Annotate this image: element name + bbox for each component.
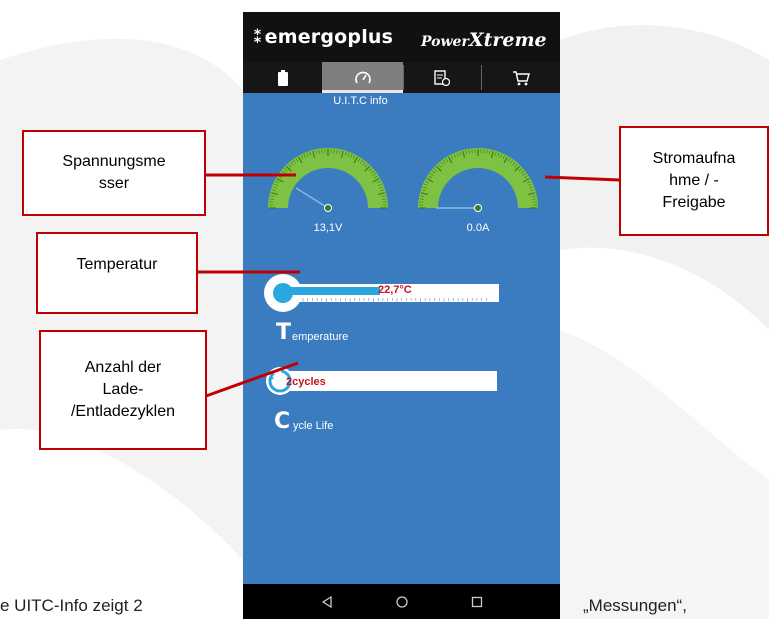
brand-name: emergoplus bbox=[264, 26, 394, 48]
callout-cycles-line: /Entladezyklen bbox=[70, 403, 176, 420]
brand-mark-icon: ⁑ bbox=[253, 27, 263, 48]
battery-icon bbox=[277, 69, 288, 86]
callout-voltage: Spannungsme sser bbox=[22, 130, 206, 216]
callout-current-line: hme / - bbox=[669, 172, 719, 189]
callout-cycles: Anzahl der Lade- /Entladezyklen bbox=[39, 330, 207, 450]
voltage-gauge-needle bbox=[295, 187, 329, 209]
gauge-icon bbox=[354, 71, 371, 83]
callout-voltage-line: sser bbox=[98, 175, 130, 192]
android-navigation-bar bbox=[243, 584, 560, 619]
tab-cart[interactable] bbox=[481, 62, 560, 93]
voltage-value: 13,1V bbox=[313, 222, 343, 234]
recents-icon bbox=[471, 596, 483, 608]
cycle-life-label-initial: C bbox=[274, 409, 291, 434]
callout-current: Stromaufna hme / - Freigabe bbox=[619, 126, 769, 236]
temperature-value: 22,7°C bbox=[378, 284, 412, 296]
callout-current-line: Freigabe bbox=[662, 194, 726, 211]
temperature-label-initial: T bbox=[276, 320, 292, 345]
secondary-brand-logo: PowerXtreme bbox=[421, 29, 547, 51]
nav-back-button[interactable] bbox=[315, 592, 339, 612]
nav-home-button[interactable] bbox=[390, 592, 414, 612]
temperature-label: emperature bbox=[292, 331, 349, 343]
tab-info[interactable] bbox=[403, 62, 481, 93]
current-value: 0.0A bbox=[466, 222, 490, 234]
tab-battery[interactable] bbox=[243, 62, 322, 93]
callout-temperature-line: Temperatur bbox=[76, 256, 158, 273]
voltage-gauge bbox=[268, 148, 388, 212]
home-icon bbox=[396, 596, 408, 608]
document-text-right: „Messungen“, bbox=[583, 596, 687, 615]
cycle-life-label: ycle Life bbox=[293, 420, 334, 432]
active-tab-indicator bbox=[322, 90, 403, 93]
brand-logo: ⁑ emergoplus bbox=[253, 26, 393, 48]
tab-gauge[interactable] bbox=[322, 62, 403, 93]
callout-voltage-line: Spannungsme bbox=[62, 153, 166, 170]
cycles-value: 2cycles bbox=[286, 376, 326, 388]
app-header: ⁑ emergoplus PowerXtreme bbox=[243, 12, 560, 62]
callout-cycles-line: Lade- bbox=[102, 381, 144, 398]
cart-icon bbox=[512, 70, 530, 85]
back-icon bbox=[321, 595, 332, 609]
info-document-icon bbox=[434, 69, 450, 86]
temperature-fill bbox=[283, 287, 380, 295]
tab-bar bbox=[243, 62, 560, 93]
phone-screen: ⁑ emergoplus PowerXtreme U.I.T.C info 13… bbox=[243, 12, 560, 619]
callout-current-line: Stromaufna bbox=[652, 150, 736, 167]
callout-cycles-line: Anzahl der bbox=[84, 359, 162, 376]
callout-temperature: Temperatur bbox=[36, 232, 198, 314]
document-text-left: e UITC-Info zeigt 2 bbox=[0, 596, 143, 615]
nav-recents-button[interactable] bbox=[465, 592, 489, 612]
secondary-brand-prefix: Power bbox=[421, 34, 469, 50]
current-gauge bbox=[418, 148, 538, 212]
screen-title: U.I.T.C info bbox=[333, 95, 388, 107]
secondary-brand-suffix: Xtreme bbox=[468, 29, 547, 51]
